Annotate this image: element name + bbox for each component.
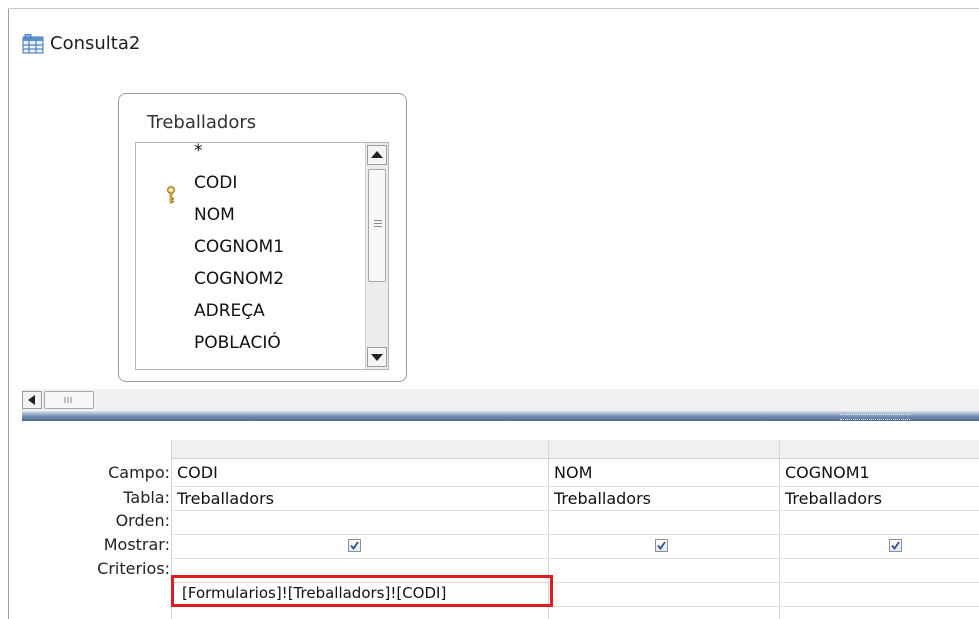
scroll-thumb[interactable]: [368, 169, 386, 282]
grid-line: [171, 558, 979, 559]
table-box-title[interactable]: Treballadors: [147, 112, 256, 133]
grip-line: [374, 226, 382, 227]
field-list[interactable]: * CODI NOM COGNOM1 COGNOM2 ADREÇA POBLAC…: [135, 141, 389, 370]
mostrar-checkbox[interactable]: [348, 539, 361, 552]
row-label-campo: Campo:: [108, 463, 170, 482]
campo-cell[interactable]: CODI: [177, 463, 218, 482]
mostrar-checkbox[interactable]: [655, 539, 668, 552]
field-codi[interactable]: CODI: [194, 173, 237, 193]
scroll-left-button[interactable]: [22, 391, 42, 409]
row-label-orden: Orden:: [115, 511, 170, 530]
criteria-highlight-box: [171, 575, 553, 607]
campo-cell[interactable]: COGNOM1: [785, 463, 870, 482]
query-title: Consulta2: [50, 33, 141, 54]
row-label-mostrar: Mostrar:: [103, 535, 170, 554]
arrow-down-icon: [371, 354, 383, 361]
criterios-cell[interactable]: [554, 584, 774, 602]
field-cognom2[interactable]: COGNOM2: [194, 269, 284, 289]
column-selector[interactable]: [780, 440, 979, 459]
query-icon: [22, 34, 44, 54]
query-title-bar[interactable]: [9, 9, 979, 75]
field-adreca[interactable]: ADREÇA: [194, 301, 265, 321]
field-asterisk[interactable]: *: [194, 141, 203, 161]
primary-key-icon: [167, 186, 175, 204]
checkmark-icon: [350, 541, 359, 550]
table-box-treballadors[interactable]: Treballadors * CODI NOM COGNOM1 COGNOM2 …: [118, 93, 407, 382]
row-label-criterios: Criterios:: [97, 559, 170, 578]
checkmark-icon: [657, 541, 666, 550]
tabla-cell[interactable]: Treballadors: [177, 489, 274, 508]
grid-line: [171, 486, 979, 487]
criterios-cell[interactable]: [785, 584, 975, 602]
horizontal-scroll-thumb[interactable]: [44, 391, 94, 409]
scroll-up-button[interactable]: [367, 145, 387, 165]
orden-cell[interactable]: [177, 513, 537, 531]
checkmark-icon: [891, 541, 900, 550]
field-cognom1[interactable]: COGNOM1: [194, 237, 284, 257]
orden-cell[interactable]: [785, 513, 975, 531]
column-selector[interactable]: [549, 440, 779, 459]
grip-line: [374, 223, 382, 224]
tabla-cell[interactable]: Treballadors: [785, 489, 882, 508]
splitter-grip[interactable]: [840, 414, 910, 420]
arrow-up-icon: [371, 151, 383, 158]
pane-splitter[interactable]: [22, 411, 979, 421]
grid-line: [171, 534, 979, 535]
query-window: Consulta2 Treballadors * CODI NOM COGNOM…: [0, 0, 979, 619]
arrow-left-icon: [28, 395, 35, 405]
orden-cell[interactable]: [554, 513, 774, 531]
grid-line: [779, 440, 780, 619]
upper-horizontal-scrollbar[interactable]: [22, 389, 979, 411]
column-selector[interactable]: [171, 440, 548, 459]
tabla-cell[interactable]: Treballadors: [554, 489, 651, 508]
field-list-scrollbar[interactable]: [365, 143, 388, 369]
field-poblacio[interactable]: POBLACIÓ: [194, 333, 281, 353]
grip-line: [374, 220, 382, 221]
campo-cell[interactable]: NOM: [554, 463, 592, 482]
mostrar-checkbox[interactable]: [889, 539, 902, 552]
scroll-down-button[interactable]: [367, 347, 387, 367]
row-label-tabla: Tabla:: [123, 488, 170, 507]
grip-icon: [64, 397, 72, 403]
field-nom[interactable]: NOM: [194, 205, 235, 225]
grid-line: [171, 510, 979, 511]
